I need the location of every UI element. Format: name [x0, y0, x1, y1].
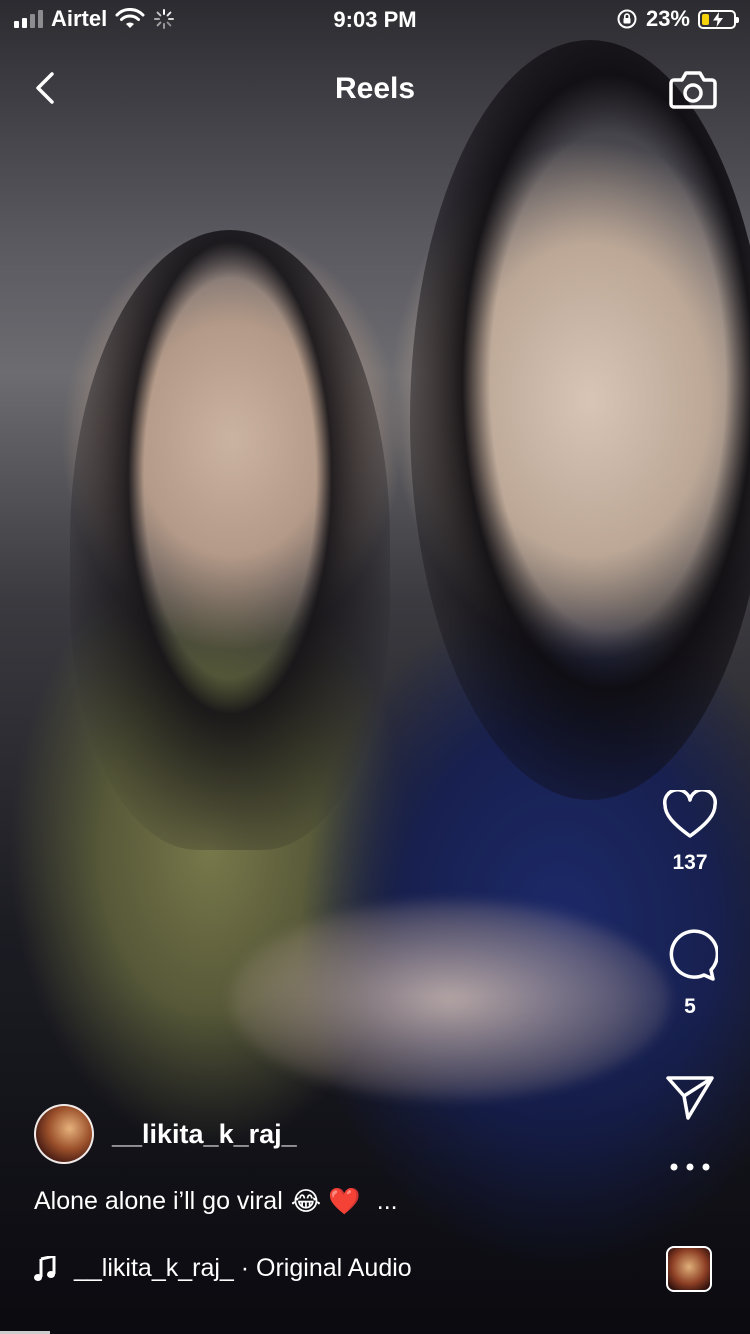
share-button[interactable]: [660, 1072, 720, 1127]
music-note-icon: [34, 1255, 56, 1281]
camera-button[interactable]: [668, 64, 718, 114]
status-bar: Airtel 9:03 PM 23%: [0, 0, 750, 40]
camera-icon: [669, 71, 717, 109]
battery-icon: [698, 9, 739, 29]
author-row: __likita_k_raj_: [34, 1104, 297, 1164]
more-dots-icon: [670, 1163, 710, 1171]
audio-label: __likita_k_raj_ · Original Audio: [74, 1254, 412, 1282]
reels-screen: Airtel 9:03 PM 23% Reels 137 5 __likita_…: [0, 0, 750, 1334]
battery-percent: 23%: [645, 6, 690, 31]
audio-row[interactable]: __likita_k_raj_ · Original Audio: [34, 1254, 412, 1283]
like-count: 137: [672, 851, 708, 874]
battery-fill: [702, 13, 709, 25]
heart-icon: [663, 788, 717, 838]
caption-more[interactable]: ...: [377, 1187, 398, 1216]
reels-header: Reels: [0, 60, 750, 120]
comment-count: 5: [684, 995, 696, 1018]
username[interactable]: __likita_k_raj_: [112, 1119, 297, 1150]
audio-thumbnail[interactable]: [666, 1246, 712, 1292]
status-right: 23%: [616, 6, 739, 32]
comment-bubble-icon: [669, 929, 720, 981]
video-background-shape: [410, 40, 750, 800]
more-options-button[interactable]: [660, 1160, 720, 1178]
caption-text: Alone alone i’ll go viral: [34, 1187, 283, 1215]
video-background-shape: [70, 230, 390, 850]
page-title: Reels: [334, 72, 416, 105]
comment-button[interactable]: 5: [660, 928, 720, 1019]
paper-plane-icon: [666, 1076, 714, 1120]
orientation-lock-icon: [617, 9, 637, 29]
video-bottom-gradient: [0, 994, 750, 1334]
caption-emojis: 😂 ❤️: [290, 1186, 361, 1216]
charging-bolt-icon: [713, 11, 723, 27]
caption[interactable]: Alone alone i’ll go viral 😂 ❤️ ...: [34, 1186, 398, 1217]
avatar[interactable]: [34, 1104, 94, 1164]
like-button[interactable]: 137: [660, 788, 720, 875]
